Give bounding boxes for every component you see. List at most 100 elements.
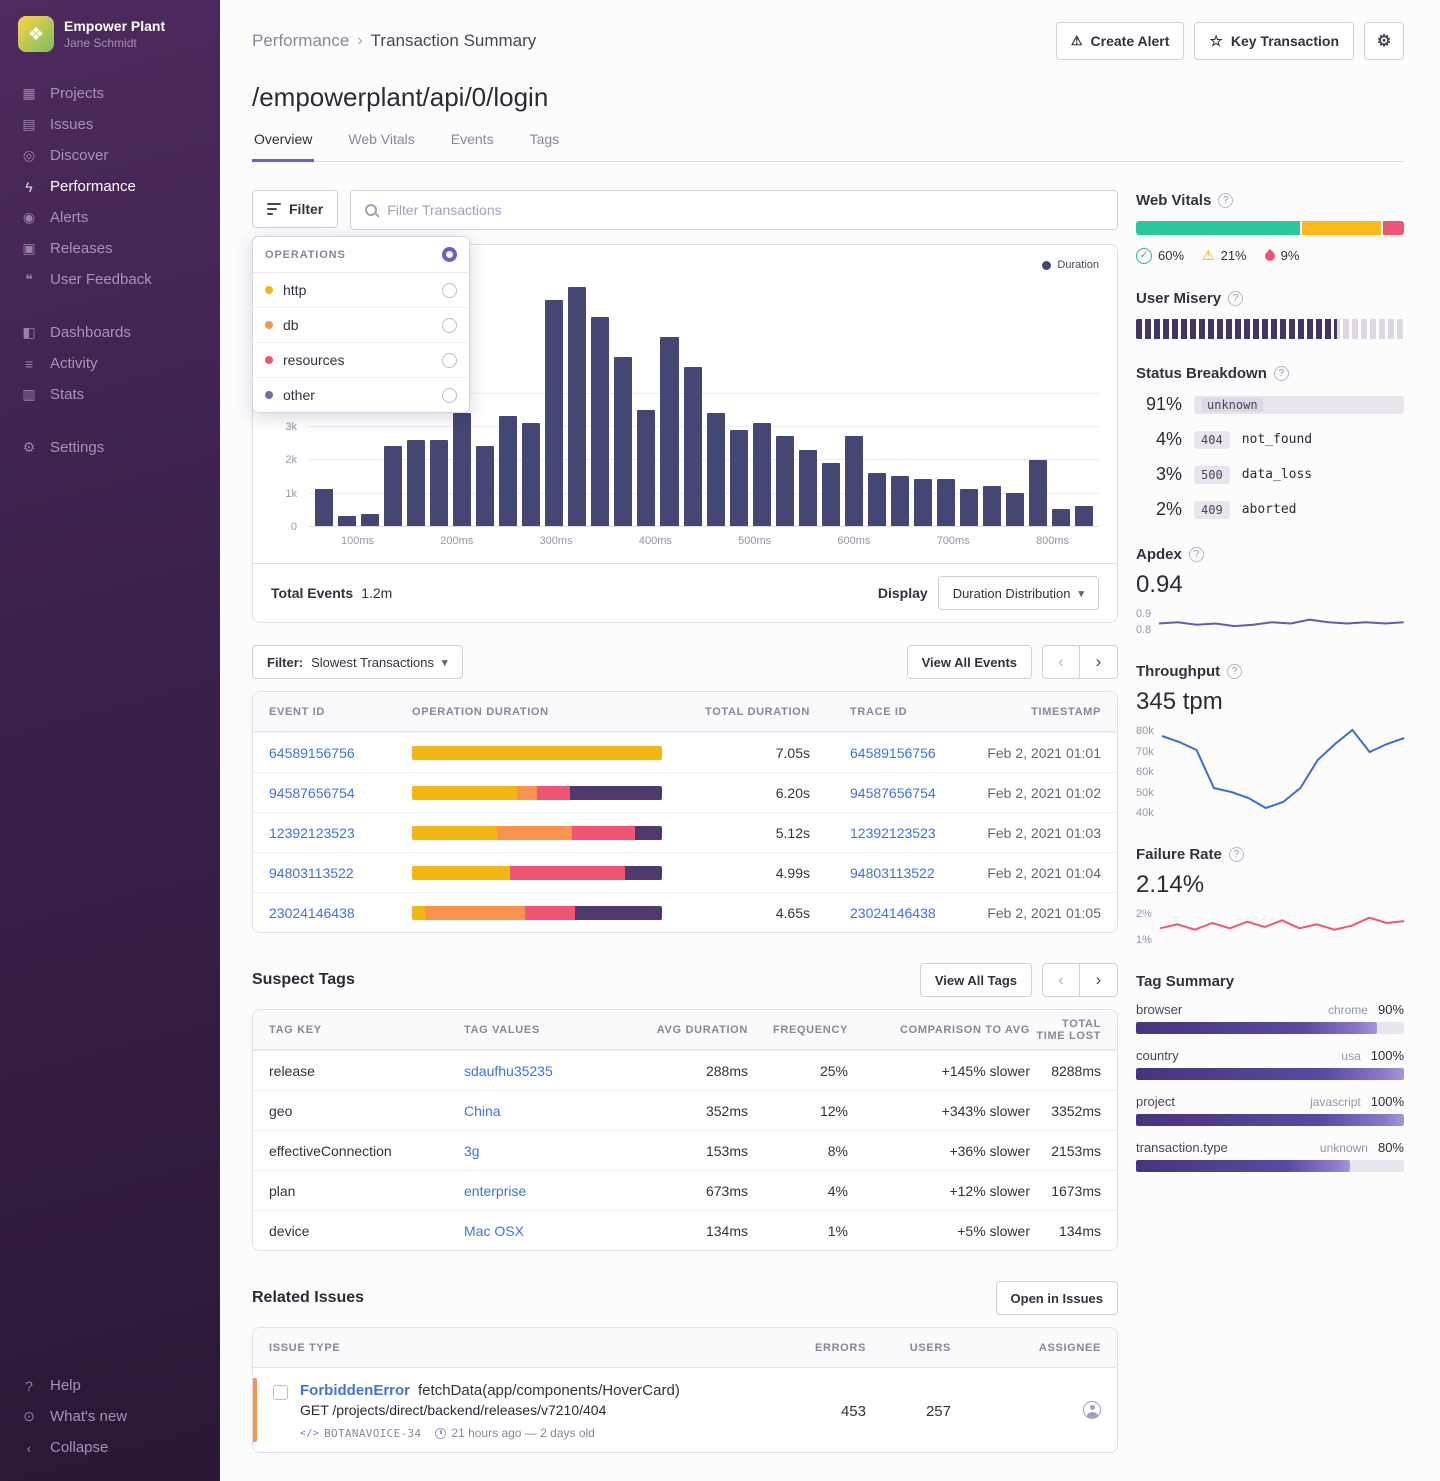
db-radio[interactable] bbox=[442, 318, 457, 333]
sidebar-item-settings[interactable]: ⚙Settings bbox=[0, 432, 220, 463]
org-switcher[interactable]: ❖ Empower Plant Jane Schmidt bbox=[0, 16, 220, 52]
view-all-events-button[interactable]: View All Events bbox=[907, 645, 1032, 679]
operation-option-db[interactable]: db bbox=[253, 308, 469, 343]
event-id-link[interactable]: 23024146438 bbox=[269, 905, 412, 921]
help-question-icon[interactable]: ? bbox=[1274, 366, 1289, 381]
tag-value-link[interactable]: Mac OSX bbox=[464, 1223, 636, 1239]
sidebar-item-user-feedback[interactable]: ❝User Feedback bbox=[0, 264, 220, 295]
histogram-bar bbox=[568, 287, 586, 526]
sidebar-item-alerts[interactable]: ◉Alerts bbox=[0, 202, 220, 233]
failure-rate-ylabels: 2%1% bbox=[1136, 907, 1152, 947]
operation-option-resources[interactable]: resources bbox=[253, 343, 469, 378]
resources-radio[interactable] bbox=[442, 353, 457, 368]
event-id-link[interactable]: 94803113522 bbox=[269, 865, 412, 881]
sidebar-item-whats-new[interactable]: ⊙What's new bbox=[0, 1401, 220, 1432]
sidebar-item-performance[interactable]: ϟPerformance bbox=[0, 171, 220, 202]
issue-type-link[interactable]: ForbiddenError bbox=[300, 1382, 410, 1399]
sidebar-item-releases[interactable]: ▣Releases bbox=[0, 233, 220, 264]
histogram-bar bbox=[476, 446, 494, 526]
avg-duration: 288ms bbox=[706, 1063, 748, 1079]
settings-gear-button[interactable]: ⚙ bbox=[1364, 22, 1404, 60]
operation-option-http[interactable]: http bbox=[253, 273, 469, 308]
histogram-bar bbox=[868, 473, 886, 526]
page-title: /empowerplant/api/0/login bbox=[252, 82, 1404, 113]
frequency: 4% bbox=[828, 1183, 848, 1199]
tab-tags[interactable]: Tags bbox=[528, 131, 562, 162]
histogram-bar bbox=[614, 357, 632, 526]
sidebar-item-issues[interactable]: ▤Issues bbox=[0, 109, 220, 140]
timestamp: Feb 2, 2021 01:01 bbox=[987, 745, 1101, 761]
time-lost: 8288ms bbox=[1051, 1063, 1101, 1079]
sidebar-item-label: What's new bbox=[50, 1408, 127, 1425]
sidebar-item-dashboards[interactable]: ◧Dashboards bbox=[0, 317, 220, 348]
issue-errors-count: 453 bbox=[841, 1403, 866, 1420]
help-question-icon[interactable]: ? bbox=[1229, 847, 1244, 862]
total-duration: 4.65s bbox=[776, 905, 810, 921]
next-page-button[interactable]: › bbox=[1080, 963, 1118, 997]
filter-button[interactable]: Filter bbox=[252, 190, 338, 228]
operations-dropdown-header[interactable]: OPERATIONS bbox=[253, 237, 469, 273]
sidebar-item-help[interactable]: ?Help bbox=[0, 1370, 220, 1401]
histogram-bar bbox=[453, 413, 471, 526]
operation-option-other[interactable]: other bbox=[253, 378, 469, 412]
search-input[interactable] bbox=[387, 202, 1103, 218]
trace-id-link[interactable]: 94803113522 bbox=[810, 865, 935, 881]
tab-overview[interactable]: Overview bbox=[252, 131, 314, 162]
activity-icon: ≡ bbox=[20, 356, 38, 372]
operations-all-radio[interactable] bbox=[442, 247, 457, 262]
sidebar-item-activity[interactable]: ≡Activity bbox=[0, 348, 220, 379]
timestamp: Feb 2, 2021 01:04 bbox=[987, 865, 1101, 881]
status-row: 91% unknown bbox=[1136, 394, 1404, 415]
help-question-icon[interactable]: ? bbox=[1218, 193, 1233, 208]
failure-rate-value: 2.14% bbox=[1136, 871, 1404, 899]
other-radio[interactable] bbox=[442, 388, 457, 403]
sidebar-item-stats[interactable]: ▥Stats bbox=[0, 379, 220, 410]
event-id-link[interactable]: 12392123523 bbox=[269, 825, 412, 841]
duration-legend-label: Duration bbox=[1057, 259, 1099, 271]
sidebar-item-collapse[interactable]: ‹Collapse bbox=[0, 1432, 220, 1463]
next-page-button[interactable]: › bbox=[1080, 645, 1118, 679]
trace-id-link[interactable]: 12392123523 bbox=[810, 825, 936, 841]
open-in-issues-button[interactable]: Open in Issues bbox=[996, 1281, 1118, 1315]
event-id-link[interactable]: 94587656754 bbox=[269, 785, 412, 801]
trace-id-link[interactable]: 64589156756 bbox=[810, 745, 936, 761]
breadcrumb-performance[interactable]: Performance bbox=[252, 31, 349, 51]
time-lost: 134ms bbox=[1059, 1223, 1101, 1239]
event-id-link[interactable]: 64589156756 bbox=[269, 745, 412, 761]
avg-duration: 352ms bbox=[706, 1103, 748, 1119]
histogram-bar bbox=[891, 476, 909, 526]
collapse-icon: ‹ bbox=[20, 1440, 38, 1456]
trace-id-link[interactable]: 23024146438 bbox=[810, 905, 936, 921]
tab-events[interactable]: Events bbox=[449, 131, 496, 162]
http-radio[interactable] bbox=[442, 283, 457, 298]
help-question-icon[interactable]: ? bbox=[1228, 291, 1243, 306]
other-color-dot bbox=[265, 391, 273, 399]
key-transaction-button[interactable]: ☆ Key Transaction bbox=[1194, 22, 1354, 60]
user-misery-bar bbox=[1136, 319, 1404, 339]
histogram-bar bbox=[384, 446, 402, 526]
create-alert-button[interactable]: ⚠ Create Alert bbox=[1056, 22, 1185, 60]
help-question-icon[interactable]: ? bbox=[1227, 664, 1242, 679]
view-all-tags-button[interactable]: View All Tags bbox=[920, 963, 1032, 997]
tag-value-link[interactable]: enterprise bbox=[464, 1183, 636, 1199]
histogram-bar bbox=[430, 440, 448, 526]
events-filter-select[interactable]: Filter: Slowest Transactions ▾ bbox=[252, 645, 463, 679]
projects-icon: ▦ bbox=[20, 85, 38, 102]
prev-page-button[interactable]: ‹ bbox=[1042, 645, 1080, 679]
operation-option-label: db bbox=[283, 317, 299, 333]
tag-summary-key: browser bbox=[1136, 1002, 1182, 1017]
issue-checkbox[interactable] bbox=[273, 1385, 288, 1400]
tab-web-vitals[interactable]: Web Vitals bbox=[346, 131, 416, 162]
prev-page-button[interactable]: ‹ bbox=[1042, 963, 1080, 997]
trace-id-link[interactable]: 94587656754 bbox=[810, 785, 936, 801]
total-events-value: 1.2m bbox=[361, 585, 392, 601]
tag-value-link[interactable]: China bbox=[464, 1103, 636, 1119]
sidebar-item-discover[interactable]: ◎Discover bbox=[0, 140, 220, 171]
sidebar-item-projects[interactable]: ▦Projects bbox=[0, 78, 220, 109]
tag-value-link[interactable]: 3g bbox=[464, 1143, 636, 1159]
assignee-icon[interactable] bbox=[1083, 1401, 1101, 1419]
tag-value-link[interactable]: sdaufhu35235 bbox=[464, 1063, 636, 1079]
help-question-icon[interactable]: ? bbox=[1189, 547, 1204, 562]
display-select[interactable]: Duration Distribution ▾ bbox=[938, 576, 1099, 610]
tag-summary-pct: 80% bbox=[1378, 1140, 1404, 1155]
